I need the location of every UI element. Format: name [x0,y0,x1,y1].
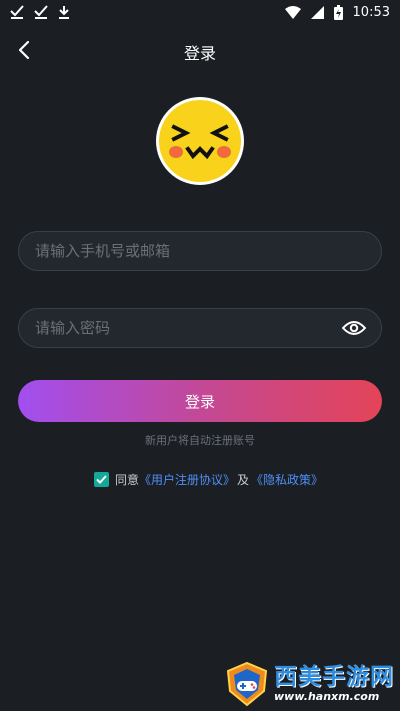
watermark-url: www.hanxm.com [274,690,380,703]
status-left-icons [10,5,70,19]
gamepad-badge-icon [224,661,270,707]
password-visibility-toggle[interactable] [339,313,369,343]
watermark-title: 西美手游网 [274,664,394,690]
password-input[interactable] [19,318,339,338]
login-button[interactable]: 登录 [18,380,382,422]
smiley-face-logo [156,97,244,185]
wifi-icon [284,5,301,19]
download-icon [58,5,70,19]
login-screen: 10:53 登录 登录 [0,0,400,711]
agreement-checkbox[interactable] [94,472,109,487]
battery-icon [333,4,343,20]
watermark: 西美手游网 www.hanxm.com [224,660,394,708]
user-agreement-link[interactable]: 《用户注册协议》 [139,471,235,488]
status-bar: 10:53 [0,0,400,24]
phone-email-input[interactable] [19,241,381,261]
and-text: 及 [237,473,250,487]
agreement-row: 同意 《用户注册协议》 及 《隐私政策》 [94,471,323,488]
page-title: 登录 [183,44,216,63]
check-icon [96,475,107,484]
password-field[interactable] [18,308,382,348]
agree-text: 同意 [115,473,140,487]
phone-email-field[interactable] [18,231,382,271]
status-right-icons: 10:53 [284,4,390,20]
check-download-icon [10,5,24,19]
privacy-policy-link[interactable]: 《隐私政策》 [251,471,323,488]
eye-icon [342,321,366,335]
signal-icon [310,5,324,19]
auto-register-hint: 新用户将自动注册账号 [145,434,255,447]
check-download-icon [34,5,48,19]
watermark-text: 西美手游网 www.hanxm.com [274,664,394,704]
header: 登录 [0,28,400,72]
status-time: 10:53 [352,4,390,20]
